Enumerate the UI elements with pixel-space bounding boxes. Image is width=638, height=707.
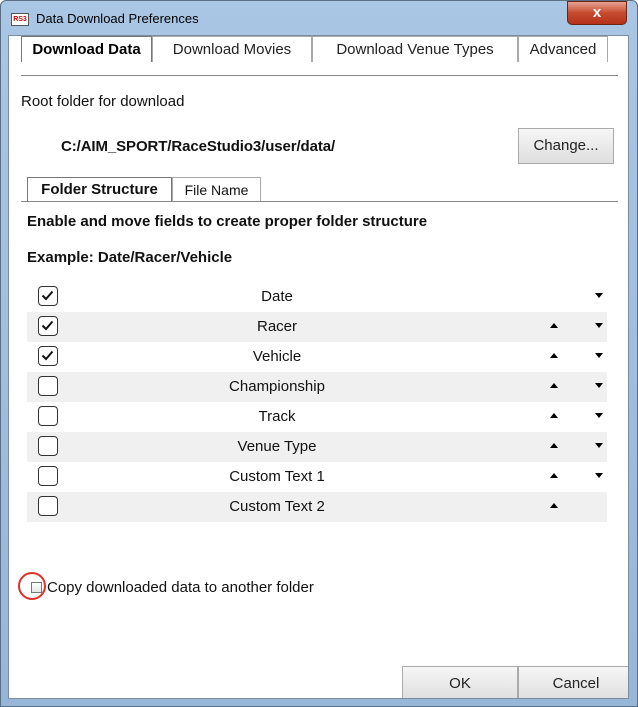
- cancel-button[interactable]: Cancel: [518, 666, 628, 698]
- field-row: Custom Text 1: [27, 462, 607, 492]
- field-label: Racer: [256, 318, 297, 335]
- field-row: Vehicle: [27, 342, 607, 372]
- move-up-arrow-icon[interactable]: [550, 353, 558, 358]
- move-up-arrow-icon[interactable]: [550, 323, 558, 328]
- field-label: Date: [261, 288, 293, 305]
- field-label: Championship: [229, 378, 325, 395]
- move-down-arrow-icon[interactable]: [595, 413, 603, 418]
- dialog-body: Download Data Download Movies Download V…: [8, 35, 629, 699]
- field-row: Custom Text 2: [27, 492, 607, 522]
- root-folder-path: C:/AIM_SPORT/RaceStudio3/user/data/: [61, 138, 336, 155]
- tab-folder-structure[interactable]: Folder Structure: [27, 177, 172, 202]
- field-checkbox[interactable]: [38, 376, 58, 396]
- field-row: Venue Type: [27, 432, 607, 462]
- move-up-arrow-icon[interactable]: [550, 503, 558, 508]
- field-label: Venue Type: [237, 438, 317, 455]
- close-button[interactable]: x: [567, 1, 627, 25]
- move-down-arrow-icon[interactable]: [595, 323, 603, 328]
- field-checkbox[interactable]: [38, 286, 58, 306]
- check-icon: [41, 350, 54, 361]
- title-bar[interactable]: RS3 Data Download Preferences x: [1, 1, 637, 35]
- change-folder-button[interactable]: Change...: [518, 128, 614, 164]
- field-checkbox[interactable]: [38, 346, 58, 366]
- field-checkbox[interactable]: [38, 436, 58, 456]
- field-row: Championship: [27, 372, 607, 402]
- field-checkbox[interactable]: [38, 316, 58, 336]
- field-label: Custom Text 1: [229, 468, 325, 485]
- field-label: Track: [258, 408, 296, 425]
- move-up-arrow-icon[interactable]: [550, 473, 558, 478]
- window-title: Data Download Preferences: [36, 11, 199, 26]
- app-icon: RS3: [11, 13, 29, 26]
- example-text: Example: Date/Racer/Vehicle: [27, 249, 233, 266]
- move-up-arrow-icon[interactable]: [550, 443, 558, 448]
- move-up-arrow-icon[interactable]: [550, 413, 558, 418]
- field-checkbox[interactable]: [38, 466, 58, 486]
- tabs-divider: [21, 75, 618, 76]
- tab-file-name[interactable]: File Name: [172, 177, 261, 202]
- tab-download-data[interactable]: Download Data: [21, 36, 152, 62]
- field-list: Date Racer Vehicle Championship Track Venue T…: [27, 282, 607, 522]
- ok-button[interactable]: OK: [402, 666, 518, 698]
- copy-option-label: Copy downloaded data to another folder: [47, 579, 314, 596]
- move-down-arrow-icon[interactable]: [595, 383, 603, 388]
- move-down-arrow-icon[interactable]: [595, 353, 603, 358]
- tab-download-movies[interactable]: Download Movies: [152, 36, 312, 62]
- instructions-text: Enable and move fields to create proper …: [27, 213, 428, 230]
- subtabs-divider: [21, 201, 618, 202]
- field-row: Track: [27, 402, 607, 432]
- field-label: Vehicle: [252, 348, 302, 365]
- field-checkbox[interactable]: [38, 496, 58, 516]
- check-icon: [41, 290, 54, 301]
- field-checkbox[interactable]: [38, 406, 58, 426]
- tab-download-venue-types[interactable]: Download Venue Types: [312, 36, 518, 62]
- move-up-arrow-icon[interactable]: [550, 383, 558, 388]
- field-row: Date: [27, 282, 607, 312]
- copy-checkbox[interactable]: [31, 582, 42, 593]
- move-down-arrow-icon[interactable]: [595, 473, 603, 478]
- root-folder-label: Root folder for download: [21, 93, 185, 110]
- move-down-arrow-icon[interactable]: [595, 293, 603, 298]
- field-row: Racer: [27, 312, 607, 342]
- move-down-arrow-icon[interactable]: [595, 443, 603, 448]
- dialog-window: RS3 Data Download Preferences x Download…: [0, 0, 638, 707]
- check-icon: [41, 320, 54, 331]
- tab-advanced[interactable]: Advanced: [518, 36, 608, 62]
- field-label: Custom Text 2: [229, 498, 325, 515]
